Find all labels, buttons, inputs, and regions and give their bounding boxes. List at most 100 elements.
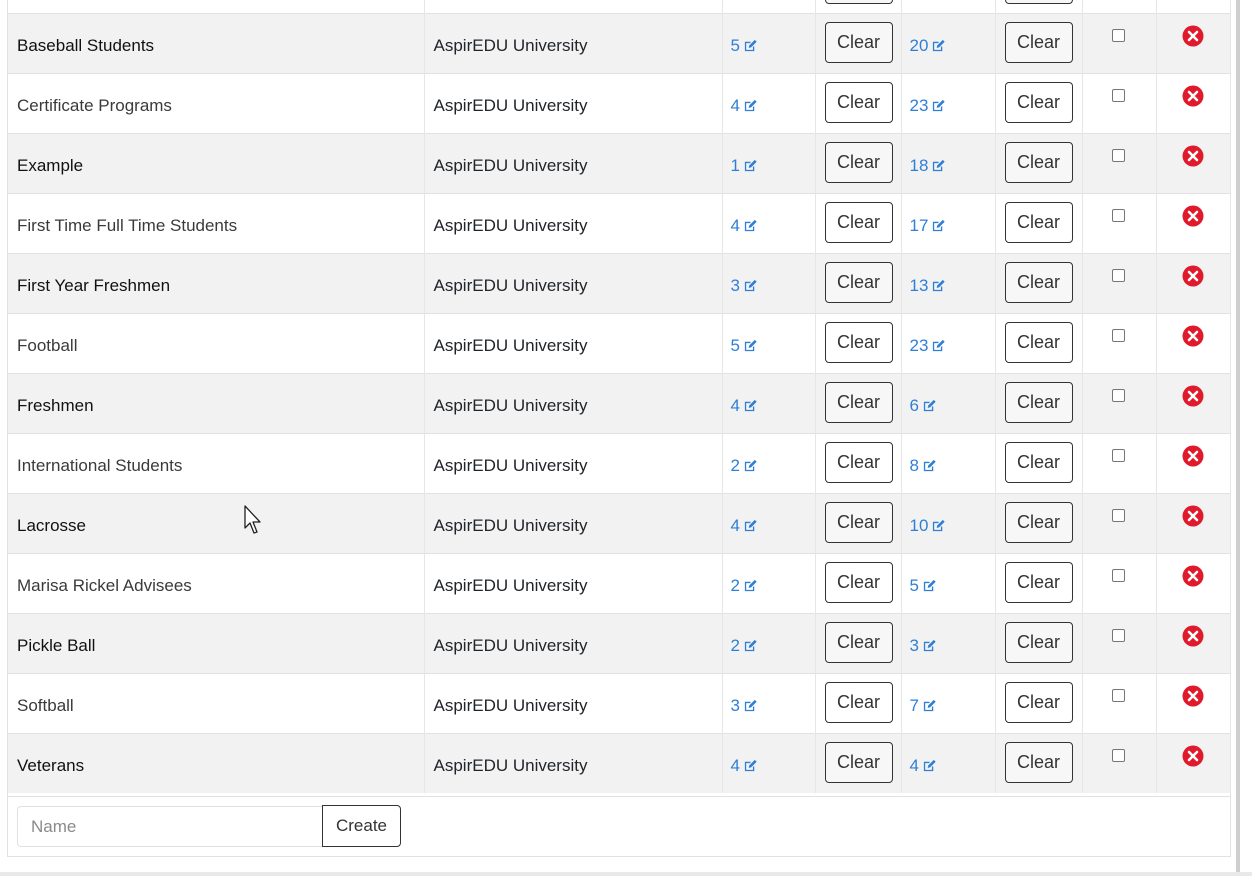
- clear-button[interactable]: Clear: [824, 21, 893, 63]
- count-edit-link[interactable]: 3: [902, 614, 937, 654]
- count-value: 4: [909, 755, 919, 775]
- clear-button[interactable]: Clear: [824, 381, 893, 423]
- scrollbar[interactable]: [1236, 0, 1240, 876]
- count-edit-link[interactable]: 1: [723, 134, 758, 174]
- count-edit-link[interactable]: 13: [902, 254, 947, 294]
- count-edit-link[interactable]: 3: [723, 674, 758, 714]
- clear-button[interactable]: Clear: [1004, 381, 1073, 423]
- group-name: First Year Freshmen: [17, 275, 171, 295]
- row-checkbox[interactable]: [1111, 88, 1125, 102]
- row-checkbox[interactable]: [1111, 148, 1125, 162]
- clear-button[interactable]: Clear: [1004, 561, 1073, 603]
- table-row-partial: [8, 0, 1231, 13]
- count-edit-link[interactable]: 23: [902, 74, 947, 114]
- count-value: 20: [909, 35, 929, 55]
- edit-icon: [933, 519, 946, 531]
- count-edit-link[interactable]: 8: [902, 434, 937, 474]
- count-edit-link[interactable]: 2: [723, 614, 758, 654]
- delete-circle-icon[interactable]: [1182, 625, 1204, 647]
- row-checkbox[interactable]: [1111, 448, 1125, 462]
- row-checkbox[interactable]: [1111, 568, 1125, 582]
- clear-button[interactable]: Clear: [824, 741, 893, 783]
- delete-circle-icon[interactable]: [1182, 565, 1204, 587]
- delete-circle-icon[interactable]: [1182, 85, 1204, 107]
- clear-button[interactable]: Clear: [1004, 141, 1073, 183]
- delete-circle-icon[interactable]: [1182, 145, 1204, 167]
- clear-button[interactable]: Clear: [1004, 21, 1073, 63]
- clear-button[interactable]: Clear: [824, 81, 893, 123]
- row-checkbox[interactable]: [1111, 508, 1125, 522]
- clear-button-partial[interactable]: [824, 0, 893, 4]
- row-checkbox[interactable]: [1111, 748, 1125, 762]
- group-name: Baseball Students: [17, 35, 155, 55]
- delete-circle-icon[interactable]: [1182, 685, 1204, 707]
- clear-button[interactable]: Clear: [1004, 261, 1073, 303]
- clear-button[interactable]: Clear: [824, 561, 893, 603]
- clear-button[interactable]: Clear: [824, 681, 893, 723]
- clear-button[interactable]: Clear: [1004, 681, 1073, 723]
- organization-name: AspirEDU University: [433, 275, 588, 295]
- name-input[interactable]: [17, 806, 323, 847]
- clear-button[interactable]: Clear: [824, 141, 893, 183]
- count-value: 13: [909, 275, 929, 295]
- count-edit-link[interactable]: 23: [902, 314, 947, 354]
- delete-circle-icon[interactable]: [1182, 445, 1204, 467]
- edit-icon: [744, 39, 757, 51]
- clear-button[interactable]: Clear: [824, 321, 893, 363]
- count-edit-link[interactable]: 2: [723, 554, 758, 594]
- count-edit-link[interactable]: 4: [723, 194, 758, 234]
- row-checkbox[interactable]: [1111, 268, 1125, 282]
- count-edit-link[interactable]: 5: [902, 554, 937, 594]
- row-checkbox[interactable]: [1111, 688, 1125, 702]
- count-edit-link[interactable]: 6: [902, 374, 937, 414]
- clear-button[interactable]: Clear: [824, 621, 893, 663]
- clear-button[interactable]: Clear: [824, 261, 893, 303]
- clear-button[interactable]: Clear: [1004, 741, 1073, 783]
- count-edit-link[interactable]: 4: [902, 734, 937, 774]
- delete-circle-icon[interactable]: [1182, 25, 1204, 47]
- clear-button[interactable]: Clear: [1004, 201, 1073, 243]
- count-edit-link[interactable]: 4: [723, 374, 758, 414]
- clear-button[interactable]: Clear: [1004, 501, 1073, 543]
- count-edit-link[interactable]: 4: [723, 494, 758, 534]
- count-edit-link[interactable]: 3: [723, 254, 758, 294]
- delete-circle-icon[interactable]: [1182, 325, 1204, 347]
- delete-circle-icon[interactable]: [1182, 205, 1204, 227]
- count-value: 3: [730, 695, 740, 715]
- row-checkbox[interactable]: [1111, 388, 1125, 402]
- delete-circle-icon[interactable]: [1182, 745, 1204, 767]
- row-checkbox[interactable]: [1111, 628, 1125, 642]
- count-edit-link[interactable]: 5: [723, 14, 758, 54]
- clear-button[interactable]: Clear: [1004, 81, 1073, 123]
- group-name: Football: [17, 335, 78, 355]
- table-row: Marisa Rickel Advisees AspirEDU Universit…: [8, 552, 1231, 613]
- count-edit-link[interactable]: 17: [902, 194, 947, 234]
- count-edit-link[interactable]: 18: [902, 134, 947, 174]
- row-checkbox[interactable]: [1111, 328, 1125, 342]
- clear-button[interactable]: Clear: [824, 441, 893, 483]
- count-edit-link[interactable]: 5: [723, 314, 758, 354]
- create-button[interactable]: Create: [322, 805, 401, 847]
- clear-button[interactable]: Clear: [824, 501, 893, 543]
- edit-icon: [923, 399, 936, 411]
- clear-button[interactable]: Clear: [1004, 441, 1073, 483]
- clear-button[interactable]: Clear: [824, 201, 893, 243]
- row-checkbox[interactable]: [1111, 28, 1125, 42]
- clear-button-partial[interactable]: [1004, 0, 1073, 4]
- delete-circle-icon[interactable]: [1182, 265, 1204, 287]
- row-checkbox[interactable]: [1111, 208, 1125, 222]
- count-edit-link[interactable]: 4: [723, 74, 758, 114]
- delete-circle-icon[interactable]: [1182, 385, 1204, 407]
- count-edit-link[interactable]: 10: [902, 494, 947, 534]
- count-value: 4: [730, 755, 740, 775]
- count-edit-link[interactable]: 7: [902, 674, 937, 714]
- delete-circle-icon[interactable]: [1182, 505, 1204, 527]
- clear-button[interactable]: Clear: [1004, 321, 1073, 363]
- edit-icon: [933, 279, 946, 291]
- count-value: 2: [730, 635, 740, 655]
- count-edit-link[interactable]: 4: [723, 734, 758, 774]
- group-name: Lacrosse: [17, 515, 86, 535]
- count-edit-link[interactable]: 20: [902, 14, 947, 54]
- clear-button[interactable]: Clear: [1004, 621, 1073, 663]
- count-edit-link[interactable]: 2: [723, 434, 758, 474]
